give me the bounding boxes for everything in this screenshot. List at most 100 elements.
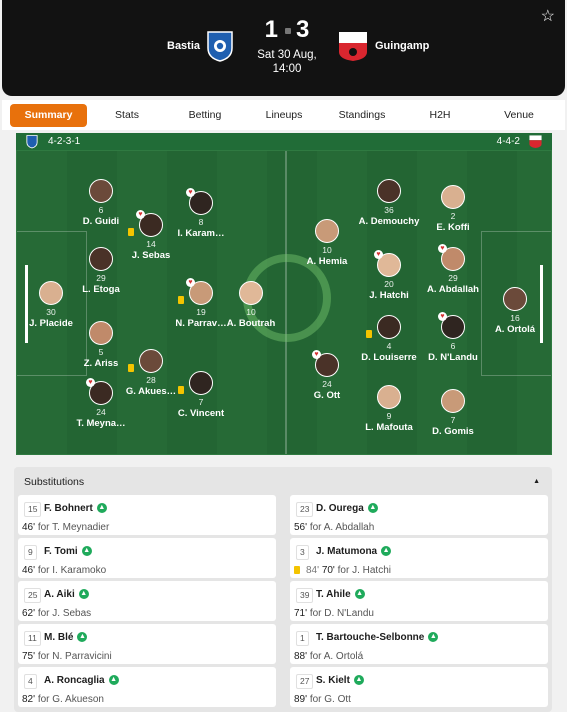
substitution-item[interactable]: 39 T. Ahile ▲ 71' for D. N'Landu bbox=[290, 581, 548, 621]
sub-number: 11 bbox=[24, 631, 41, 646]
heart-icon: ♥ bbox=[86, 378, 95, 387]
tab-lineups[interactable]: Lineups bbox=[254, 104, 314, 127]
sub-minute-value: 88' bbox=[294, 651, 310, 662]
substitution-item[interactable]: 25 A. Aiki ▲ 62' for J. Sebas bbox=[18, 581, 276, 621]
guingamp-crest-icon[interactable] bbox=[338, 30, 368, 62]
sub-number: 4 bbox=[24, 674, 37, 689]
away-player[interactable]: ♥ 6 D. N'Landu bbox=[413, 312, 493, 363]
yellow-card-icon bbox=[128, 364, 134, 372]
sub-name-text: F. Bohnert bbox=[44, 503, 93, 514]
tab-summary[interactable]: Summary bbox=[10, 104, 87, 127]
substitution-item[interactable]: 27 S. Kielt ▲ 89' for G. Ott bbox=[290, 667, 548, 707]
sub-minute-value: 62' bbox=[22, 608, 38, 619]
tab-stats[interactable]: Stats bbox=[97, 104, 157, 127]
player-photo bbox=[178, 371, 213, 395]
heart-icon: ♥ bbox=[438, 244, 447, 253]
sub-replaced: for D. N'Landu bbox=[309, 608, 374, 619]
player-photo bbox=[441, 389, 465, 413]
sub-in-arrow-icon: ▲ bbox=[353, 675, 364, 686]
sub-player-name: M. Blé ▲ bbox=[44, 632, 88, 643]
sub-minute-value: 56' bbox=[294, 522, 310, 533]
tab-betting[interactable]: Betting bbox=[175, 104, 235, 127]
sub-number: 39 bbox=[296, 588, 314, 603]
substitution-item[interactable]: 11 M. Blé ▲ 75' for N. Parravicini bbox=[18, 624, 276, 664]
bastia-crest-icon[interactable] bbox=[206, 30, 234, 62]
substitution-item[interactable]: 3 J. Matumona ▲ 84' 70' for J. Hatchi bbox=[290, 538, 548, 578]
sub-player-name: T. Ahile ▲ bbox=[316, 589, 365, 600]
player-name: T. Meyna… bbox=[76, 418, 126, 429]
home-team-name[interactable]: Bastia bbox=[167, 40, 200, 52]
substitutions-title: Substitutions bbox=[24, 476, 85, 488]
tab-standings[interactable]: Standings bbox=[332, 104, 392, 127]
substitution-item[interactable]: 15 F. Bohnert ▲ 46' for T. Meynadier bbox=[18, 495, 276, 535]
home-formation: 4-2-3-1 bbox=[48, 136, 81, 147]
heart-icon: ♥ bbox=[186, 188, 195, 197]
sub-number: 27 bbox=[296, 674, 314, 689]
player-photo bbox=[441, 185, 465, 209]
player-photo: ♥ bbox=[178, 278, 213, 305]
sub-replaced: for A. Ortolá bbox=[309, 651, 364, 662]
pitch: 6 D. Guidi ♥ 14 J. Sebas ♥ 8 I. Karam… 29 L. Etog… bbox=[16, 150, 552, 455]
sub-minute-value: 46' bbox=[22, 565, 38, 576]
sub-minute-value: 70' bbox=[321, 565, 338, 576]
player-photo: ♥ bbox=[438, 244, 465, 271]
away-score: 3 bbox=[296, 16, 312, 43]
player-number: 10 bbox=[246, 307, 256, 317]
sub-minute: 75' for N. Parravicini bbox=[22, 651, 112, 662]
away-formation: 4-4-2 bbox=[496, 136, 520, 147]
sub-name-text: S. Kielt bbox=[316, 675, 350, 686]
favorite-star-icon[interactable]: ☆ bbox=[541, 6, 555, 26]
sub-replaced: for N. Parravicini bbox=[37, 651, 112, 662]
sub-minute: 84' 70' for J. Hatchi bbox=[294, 565, 391, 576]
player-photo bbox=[377, 385, 401, 409]
sub-minute: 56' for A. Abdallah bbox=[294, 522, 374, 533]
sub-name-text: T. Ahile bbox=[316, 589, 351, 600]
sub-in-arrow-icon: ▲ bbox=[81, 546, 92, 557]
substitution-item[interactable]: 4 A. Roncaglia ▲ 82' for G. Akueson bbox=[18, 667, 276, 707]
substitution-item[interactable]: 23 D. Ourega ▲ 56' for A. Abdallah bbox=[290, 495, 548, 535]
sub-replaced: for J. Hatchi bbox=[337, 565, 391, 576]
home-player[interactable]: 7 C. Vincent bbox=[161, 371, 241, 419]
sub-minute-value: 71' bbox=[294, 608, 310, 619]
home-player[interactable]: 10 A. Boutrah bbox=[211, 281, 291, 329]
player-photo bbox=[89, 321, 113, 345]
match-header: ☆ Bastia 13 Sat 30 Aug, 14:00 Guingamp bbox=[2, 0, 565, 96]
player-number: 29 bbox=[448, 273, 458, 283]
player-name: I. Karam… bbox=[177, 228, 225, 239]
substitutions-panel: Substitutions ▲ 15 F. Bohnert ▲ 46' for T. … bbox=[14, 467, 552, 712]
sub-replaced: for A. Abdallah bbox=[309, 522, 375, 533]
home-player[interactable]: ♥ 8 I. Karam… bbox=[161, 188, 241, 239]
player-photo bbox=[315, 219, 339, 243]
away-team-name[interactable]: Guingamp bbox=[375, 40, 429, 52]
away-player[interactable]: 7 D. Gomis bbox=[413, 389, 493, 437]
sub-player-name: D. Ourega ▲ bbox=[316, 503, 378, 514]
sub-in-arrow-icon: ▲ bbox=[381, 546, 392, 557]
sub-in-arrow-icon: ▲ bbox=[367, 503, 378, 514]
match-day: Sat 30 Aug, bbox=[257, 49, 317, 61]
match-date: Sat 30 Aug, 14:00 bbox=[246, 48, 328, 76]
player-photo bbox=[39, 281, 63, 305]
home-player[interactable]: ♥ 24 T. Meyna… bbox=[61, 378, 141, 429]
player-photo: ♥ bbox=[312, 350, 339, 377]
tab-h2h[interactable]: H2H bbox=[410, 104, 470, 127]
sub-minute: 82' for G. Akueson bbox=[22, 694, 104, 705]
player-photo bbox=[366, 315, 401, 339]
player-name: A. Boutrah bbox=[226, 318, 276, 329]
substitution-item[interactable]: 9 F. Tomi ▲ 46' for I. Karamoko bbox=[18, 538, 276, 578]
yellow-card-icon bbox=[128, 228, 134, 236]
player-name: C. Vincent bbox=[177, 408, 225, 419]
tab-venue[interactable]: Venue bbox=[489, 104, 549, 127]
player-photo: ♥ bbox=[86, 378, 113, 405]
bastia-small-crest-icon bbox=[26, 135, 38, 149]
away-player[interactable]: 2 E. Koffi bbox=[413, 185, 493, 233]
player-photo: ♥ bbox=[186, 188, 213, 215]
collapse-caret-icon[interactable]: ▲ bbox=[533, 478, 540, 485]
sub-name-text: T. Bartouche-Selbonne bbox=[316, 632, 425, 643]
player-photo bbox=[377, 179, 401, 203]
sub-name-text: A. Aiki bbox=[44, 589, 75, 600]
substitution-item[interactable]: 1 T. Bartouche-Selbonne ▲ 88' for A. Ortolá bbox=[290, 624, 548, 664]
player-number: 6 bbox=[450, 341, 456, 351]
sub-in-arrow-icon: ▲ bbox=[428, 632, 439, 643]
sub-number: 15 bbox=[24, 502, 42, 517]
sub-name-text: J. Matumona bbox=[316, 546, 378, 557]
